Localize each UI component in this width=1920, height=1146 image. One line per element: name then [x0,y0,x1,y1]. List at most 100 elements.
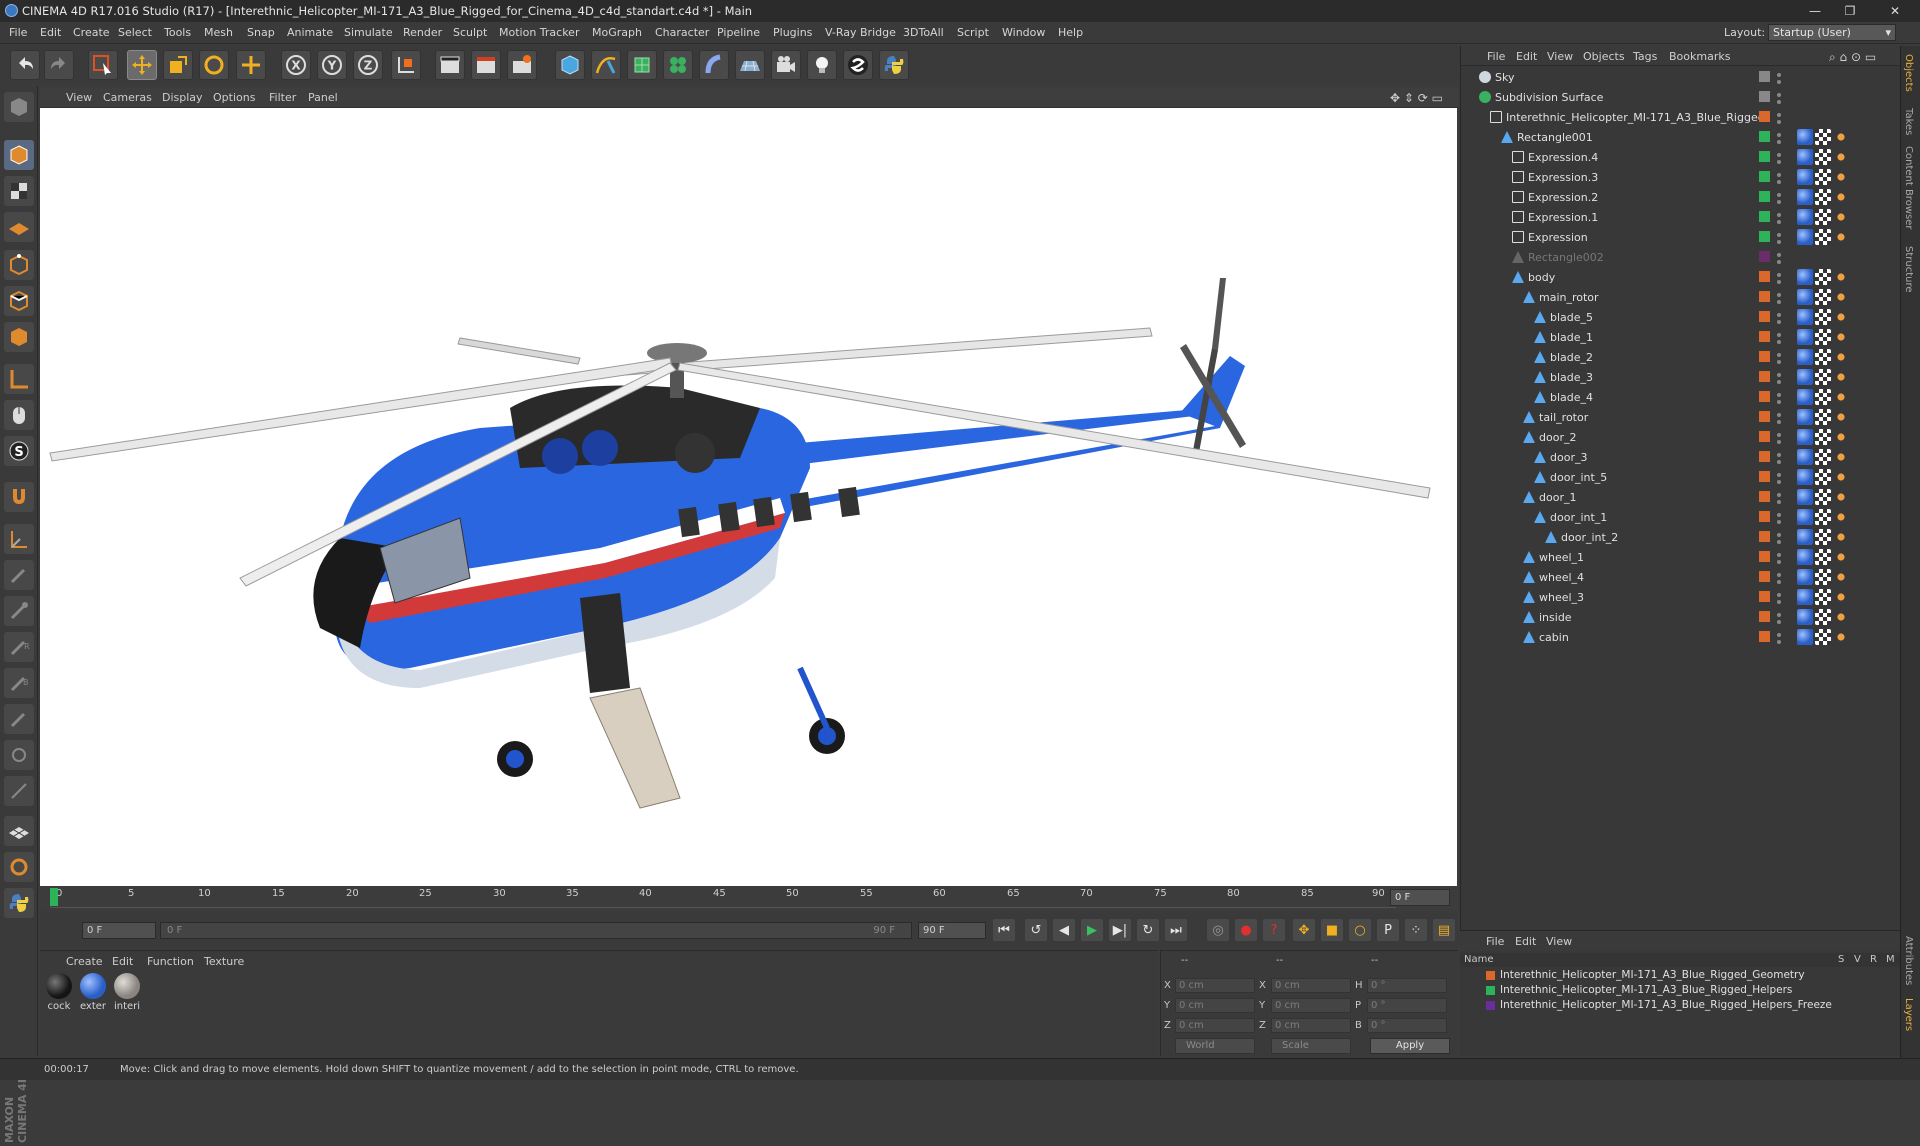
material-swatch[interactable]: interi [112,973,142,1012]
transform-tool-button[interactable] [236,50,266,80]
polygons-mode-button[interactable] [4,322,34,352]
layer-color-swatch[interactable] [1759,151,1770,162]
material-tag-icon[interactable] [1797,349,1813,365]
material-tag-icon[interactable] [1797,489,1813,505]
viewport-menu-display[interactable]: Display [162,91,203,104]
visibility-dots-icon[interactable] [1775,112,1793,124]
object-row[interactable]: door_3 [1461,448,1901,468]
subdivision-button[interactable] [627,50,657,80]
tab-takes[interactable]: Takes [1903,108,1914,135]
material-menu-create[interactable]: Create [66,955,103,968]
object-row[interactable]: blade_3 [1461,368,1901,388]
menu-file[interactable]: File [9,26,27,39]
layer-color-swatch[interactable] [1759,131,1770,142]
material-tag-icon[interactable] [1797,149,1813,165]
object-row[interactable]: Subdivision Surface [1461,88,1901,108]
record-keys-button[interactable]: ◎ [1207,919,1229,941]
texture-tag-icon[interactable] [1815,289,1831,305]
go-to-next-key-button[interactable]: ↻ [1137,919,1159,941]
material-tag-icon[interactable] [1797,289,1813,305]
play-button[interactable]: ▶ [1081,919,1103,941]
selection-tag-icon[interactable] [1833,149,1849,165]
visibility-dots-icon[interactable] [1775,292,1793,304]
tool-slot-4[interactable]: B [4,668,34,698]
object-row[interactable]: door_int_2 [1461,528,1901,548]
menu-snap[interactable]: Snap [247,26,275,39]
menu-plugins[interactable]: Plugins [773,26,812,39]
texture-tag-icon[interactable] [1815,449,1831,465]
menu-help[interactable]: Help [1058,26,1083,39]
layer-color-swatch[interactable] [1759,591,1770,602]
visibility-dots-icon[interactable] [1775,372,1793,384]
object-row[interactable]: door_int_1 [1461,508,1901,528]
texture-tag-icon[interactable] [1815,569,1831,585]
object-row[interactable]: tail_rotor [1461,408,1901,428]
layer-color-swatch[interactable] [1759,431,1770,442]
previous-frame-button[interactable]: ◀ [1053,919,1075,941]
preview-range-slider[interactable]: 0 F 90 F [160,922,912,939]
visibility-dots-icon[interactable] [1775,192,1793,204]
timeline-ruler[interactable]: 0 5 10 15 20 25 30 35 40 45 50 55 60 65 … [40,886,1458,910]
material-tag-icon[interactable] [1797,329,1813,345]
layer-color-swatch[interactable] [1759,311,1770,322]
texture-tag-icon[interactable] [1815,529,1831,545]
scale-key-button[interactable]: ■ [1321,919,1343,941]
render-settings-button[interactable] [507,50,537,80]
layer-color-swatch[interactable] [1759,91,1770,102]
texture-tag-icon[interactable] [1815,409,1831,425]
visibility-dots-icon[interactable] [1775,72,1793,84]
object-row[interactable]: Rectangle001 [1461,128,1901,148]
object-row[interactable]: door_1 [1461,488,1901,508]
layer-color-swatch[interactable] [1759,531,1770,542]
deformer-button[interactable] [699,50,729,80]
y-axis-button[interactable]: Y [317,50,347,80]
menu-mesh[interactable]: Mesh [204,26,233,39]
object-row[interactable]: blade_2 [1461,348,1901,368]
texture-tag-icon[interactable] [1815,329,1831,345]
python-console-button[interactable] [4,888,34,918]
menu-animate[interactable]: Animate [287,26,333,39]
edges-mode-button[interactable] [4,286,34,316]
render-picture-viewer-button[interactable] [471,50,501,80]
layer-color-swatch[interactable] [1759,111,1770,122]
tool-slot-1[interactable] [4,560,34,590]
x-axis-button[interactable]: X [281,50,311,80]
selection-tag-icon[interactable] [1833,389,1849,405]
apply-button[interactable]: Apply [1370,1038,1450,1054]
menu-motion-tracker[interactable]: Motion Tracker [499,26,579,39]
object-row[interactable]: body [1461,268,1901,288]
visibility-dots-icon[interactable] [1775,632,1793,644]
visibility-dots-icon[interactable] [1775,152,1793,164]
om-search-icon[interactable]: ⌕ ⌂ ⊙ ▭ [1829,50,1876,65]
viewport-menu-cameras[interactable]: Cameras [103,91,152,104]
light-button[interactable] [807,50,837,80]
p-rotation-field[interactable]: 0 ° [1367,998,1447,1013]
object-row[interactable]: Expression [1461,228,1901,248]
material-tag-icon[interactable] [1797,429,1813,445]
coordinate-system-button[interactable] [391,50,421,80]
object-row[interactable]: main_rotor [1461,288,1901,308]
material-tag-icon[interactable] [1797,569,1813,585]
go-to-previous-key-button[interactable]: ↺ [1025,919,1047,941]
parameter-key-button[interactable]: P [1377,919,1399,941]
selection-tag-icon[interactable] [1833,189,1849,205]
menu-select[interactable]: Select [118,26,152,39]
playhead[interactable] [50,888,58,906]
material-tag-icon[interactable] [1797,169,1813,185]
object-row[interactable]: inside [1461,608,1901,628]
visibility-dots-icon[interactable] [1775,532,1793,544]
material-tag-icon[interactable] [1797,529,1813,545]
selection-tag-icon[interactable] [1833,309,1849,325]
layer-color-swatch[interactable] [1759,511,1770,522]
texture-tag-icon[interactable] [1815,629,1831,645]
texture-tag-icon[interactable] [1815,429,1831,445]
selection-tag-icon[interactable] [1833,629,1849,645]
z-size-field[interactable]: 0 cm [1271,1018,1351,1033]
layer-color-swatch[interactable] [1759,231,1770,242]
texture-tag-icon[interactable] [1815,229,1831,245]
texture-tag-icon[interactable] [1815,609,1831,625]
texture-tag-icon[interactable] [1815,549,1831,565]
layer-row[interactable]: Interethnic_Helicopter_MI-171_A3_Blue_Ri… [1460,983,1900,997]
frame-ruler[interactable]: 0 5 10 15 20 25 30 35 40 45 50 55 60 65 … [50,888,1396,908]
x-position-field[interactable]: 0 cm [1175,978,1255,993]
